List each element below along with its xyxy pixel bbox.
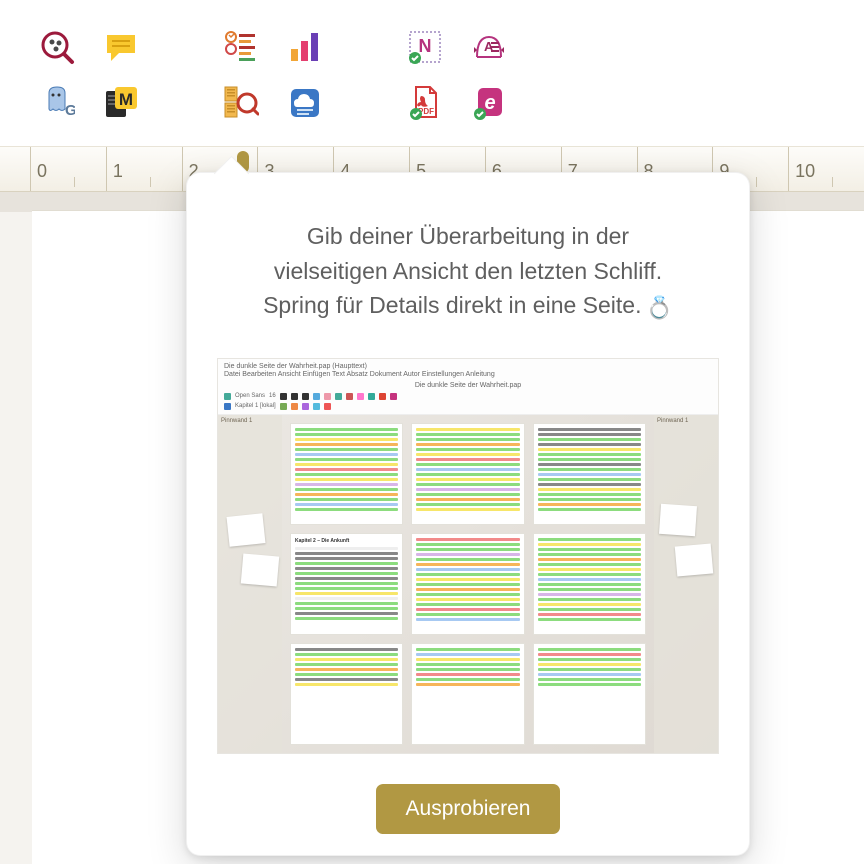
word-count-icon[interactable]: N [406, 28, 444, 66]
statistics-icon[interactable] [286, 28, 324, 66]
toolbar: N A G M PDF e [0, 0, 864, 146]
tooltip-text: Gib deiner Überarbeitung in der vielseit… [187, 173, 749, 348]
toolbar-row-1: N A [0, 24, 864, 70]
highlight-mode-icon[interactable]: M [102, 84, 140, 122]
feature-preview-image: Die dunkle Seite der Wahrheit.pap (Haupt… [217, 358, 719, 754]
svg-text:M: M [119, 90, 133, 109]
preview-pinboard-right: Pinnwand 1 [654, 415, 718, 753]
ruler-label: 1 [113, 161, 123, 182]
outline-icon[interactable] [222, 28, 260, 66]
preview-pinboard-left: Pinnwand 1 [218, 415, 282, 753]
multipage-view-icon[interactable] [222, 84, 260, 122]
toolbar-row-2: G M PDF e [0, 80, 864, 126]
svg-text:G: G [65, 102, 75, 119]
comment-icon[interactable] [102, 28, 140, 66]
preview-toolbar: Open Sans 16 [224, 393, 712, 400]
ruler-label: 0 [37, 161, 47, 182]
thesaurus-icon[interactable]: A [470, 28, 508, 66]
export-pdf-icon[interactable]: PDF [406, 84, 444, 122]
tooltip-line-3: Spring für Details direkt in eine Seite.… [215, 288, 721, 324]
preview-doc-title: Die dunkle Seite der Wahrheit.pap [224, 382, 712, 390]
tooltip-line-1: Gib deiner Überarbeitung in der [215, 219, 721, 254]
preview-menu: Datei Bearbeiten Ansicht Einfügen Text A… [224, 371, 712, 379]
find-replace-icon[interactable] [38, 28, 76, 66]
preview-pages-grid: Kapitel 2 – Die Ankunft [282, 415, 654, 753]
export-epub-icon[interactable]: e [470, 84, 508, 122]
preview-window-title: Die dunkle Seite der Wahrheit.pap (Haupt… [224, 363, 712, 371]
cloud-sync-icon[interactable] [286, 84, 324, 122]
svg-text:e: e [484, 92, 495, 114]
try-it-button[interactable]: Ausprobieren [376, 784, 561, 834]
feature-tooltip: Gib deiner Überarbeitung in der vielseit… [186, 172, 750, 856]
ring-icon: 💍 [646, 295, 673, 320]
tooltip-line-2: vielseitigen Ansicht den letzten Schliff… [215, 254, 721, 289]
ghost-icon[interactable]: G [38, 84, 76, 122]
svg-text:N: N [419, 36, 432, 56]
ruler-label: 10 [795, 161, 815, 182]
